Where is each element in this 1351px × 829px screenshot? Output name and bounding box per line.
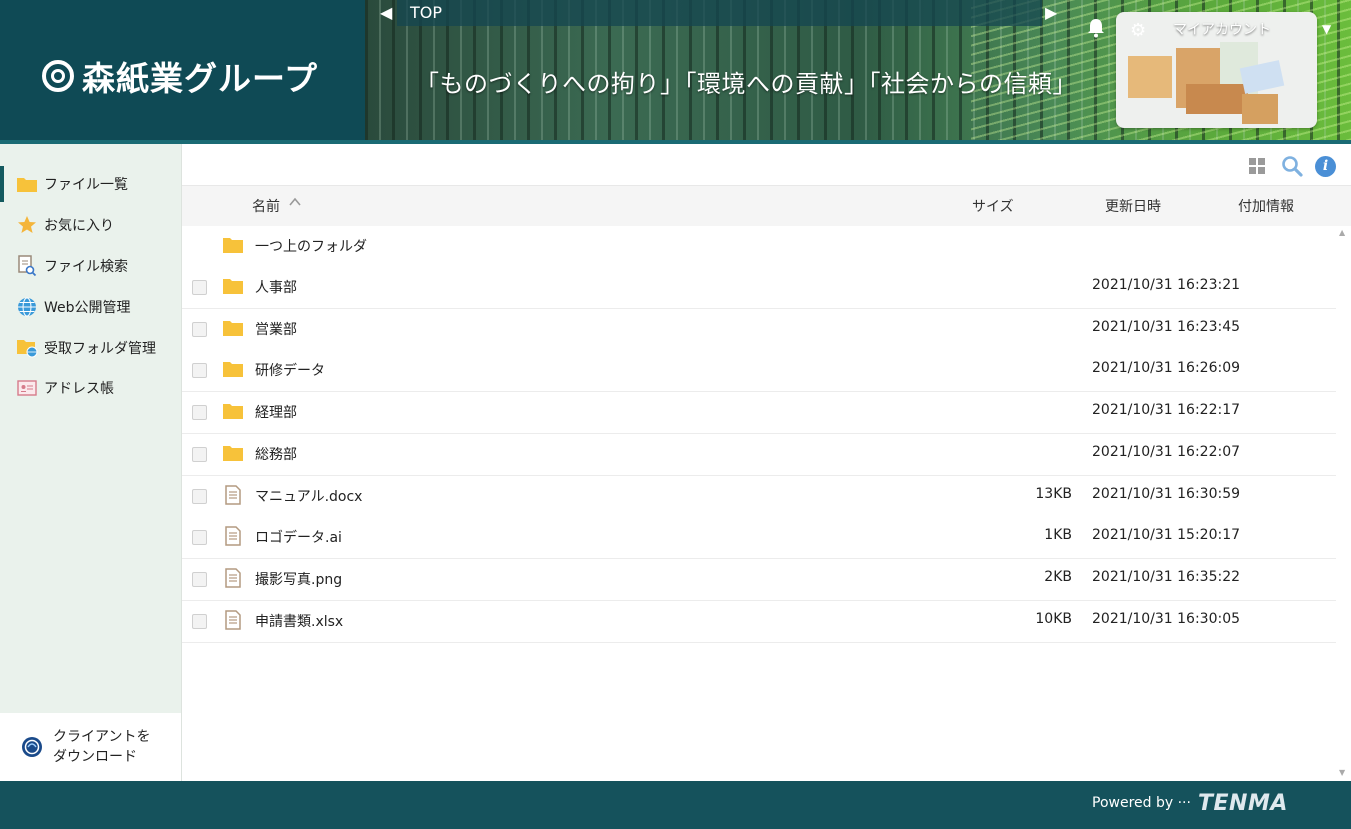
row-checkbox[interactable] [192, 489, 207, 504]
file-modified-date: 2021/10/31 15:20:17 [1092, 527, 1241, 543]
file-size: 1KB [1044, 527, 1072, 543]
sidebar-item-favorites[interactable]: お気に入り [0, 207, 181, 243]
client-download-button[interactable]: クライアントを ダウンロード [0, 713, 181, 781]
file-modified-date: 2021/10/31 16:26:09 [1092, 360, 1241, 376]
file-size: 13KB [1035, 486, 1072, 502]
file-name[interactable]: マニュアル.docx [255, 486, 362, 506]
file-modified-date: 2021/10/31 16:35:22 [1092, 569, 1241, 585]
sidebar-item-label: ファイル検索 [44, 259, 128, 275]
document-icon [225, 485, 241, 505]
file-search-icon [16, 255, 38, 277]
grid-view-icon[interactable] [1248, 157, 1266, 175]
folder-icon [223, 362, 243, 377]
company-logo[interactable]: 森紙業グループ [42, 52, 318, 100]
document-icon [225, 526, 241, 546]
column-header-size[interactable]: サイズ [972, 196, 1014, 216]
chevron-down-icon[interactable]: ▼ [1322, 22, 1331, 36]
file-modified-date: 2021/10/31 16:22:17 [1092, 402, 1241, 418]
file-size: 2KB [1044, 569, 1072, 585]
folder-icon [223, 238, 243, 253]
sidebar-item-address-book[interactable]: アドレス帳 [0, 370, 181, 406]
row-checkbox[interactable] [192, 530, 207, 545]
row-checkbox[interactable] [192, 322, 207, 337]
address-card-icon [16, 378, 38, 398]
sidebar-item-web-publish[interactable]: Web公開管理 [0, 289, 181, 325]
parent-folder-label[interactable]: 一つ上のフォルダ [255, 236, 367, 256]
tenma-logo: TENMA [1198, 791, 1288, 816]
client-app-icon [22, 737, 42, 757]
sidebar-item-label: 受取フォルダ管理 [44, 341, 156, 357]
file-modified-date: 2021/10/31 16:22:07 [1092, 444, 1241, 460]
sidebar: ファイル一覧 お気に入り ファイル検索 Web公開管理 受取フォルダ管理 アドレ… [0, 144, 182, 781]
row-checkbox[interactable] [192, 572, 207, 587]
sidebar-item-label: ファイル一覧 [44, 177, 128, 193]
table-header [182, 186, 1351, 227]
breadcrumb-bar [397, 0, 1042, 26]
folder-icon [16, 174, 38, 194]
folder-globe-icon [16, 338, 38, 358]
column-header-date[interactable]: 更新日時 [1105, 196, 1161, 216]
powered-by-label: Powered by ··· [1092, 795, 1191, 811]
file-modified-date: 2021/10/31 16:23:45 [1092, 319, 1241, 335]
search-icon[interactable] [1281, 155, 1303, 177]
file-name[interactable]: 人事部 [255, 277, 297, 297]
gear-icon[interactable]: ⚙ [1130, 20, 1146, 41]
folder-icon [223, 321, 243, 336]
file-name[interactable]: 申請書類.xlsx [255, 611, 343, 631]
sidebar-item-receive-folder[interactable]: 受取フォルダ管理 [0, 330, 181, 366]
folder-icon [223, 446, 243, 461]
column-header-name[interactable]: 名前 [252, 196, 280, 216]
breadcrumb-next-arrow-icon[interactable]: ▶ [1045, 3, 1057, 22]
sort-ascending-icon[interactable] [289, 196, 301, 208]
file-name[interactable]: 撮影写真.png [255, 569, 342, 589]
file-modified-date: 2021/10/31 16:23:21 [1092, 277, 1241, 293]
scroll-up-arrow-icon[interactable]: ▲ [1339, 228, 1345, 237]
file-name[interactable]: 営業部 [255, 319, 297, 339]
file-name[interactable]: ロゴデータ.ai [255, 527, 342, 547]
folder-icon [223, 279, 243, 294]
scroll-down-arrow-icon[interactable]: ▼ [1339, 768, 1345, 777]
row-checkbox[interactable] [192, 280, 207, 295]
row-checkbox[interactable] [192, 447, 207, 462]
header-slogan: 「ものづくりへの拘り」「環境への貢献」「社会からの信頼」 [415, 70, 1077, 98]
breadcrumb-top[interactable]: TOP [410, 3, 442, 22]
file-name[interactable]: 総務部 [255, 444, 297, 464]
folder-icon [223, 404, 243, 419]
file-name[interactable]: 経理部 [255, 402, 297, 422]
column-header-info[interactable]: 付加情報 [1238, 196, 1294, 216]
file-toolbar [182, 145, 1351, 186]
sidebar-item-file-search[interactable]: ファイル検索 [0, 248, 181, 284]
sidebar-item-file-list[interactable]: ファイル一覧 [0, 166, 181, 202]
document-icon [225, 610, 241, 630]
breadcrumb-prev-arrow-icon[interactable]: ◀ [380, 3, 392, 22]
file-modified-date: 2021/10/31 16:30:05 [1092, 611, 1241, 627]
file-modified-date: 2021/10/31 16:30:59 [1092, 486, 1241, 502]
row-checkbox[interactable] [192, 363, 207, 378]
row-checkbox[interactable] [192, 614, 207, 629]
my-account-label[interactable]: マイアカウント [1173, 19, 1271, 39]
sidebar-item-label: Web公開管理 [44, 300, 131, 316]
sidebar-item-label: お気に入り [44, 218, 114, 234]
star-icon [16, 215, 38, 235]
file-name[interactable]: 研修データ [255, 360, 325, 380]
globe-icon [16, 297, 38, 317]
logo-mark-icon [42, 60, 74, 92]
scrollbar[interactable] [1336, 226, 1351, 781]
logo-text: 森紙業グループ [82, 59, 319, 98]
info-icon[interactable]: i [1315, 156, 1336, 177]
bell-icon[interactable] [1087, 18, 1105, 38]
file-size: 10KB [1035, 611, 1072, 627]
document-icon [225, 568, 241, 588]
row-checkbox[interactable] [192, 405, 207, 420]
sidebar-item-label: アドレス帳 [44, 381, 114, 397]
client-download-label: クライアントを ダウンロード [53, 729, 151, 765]
